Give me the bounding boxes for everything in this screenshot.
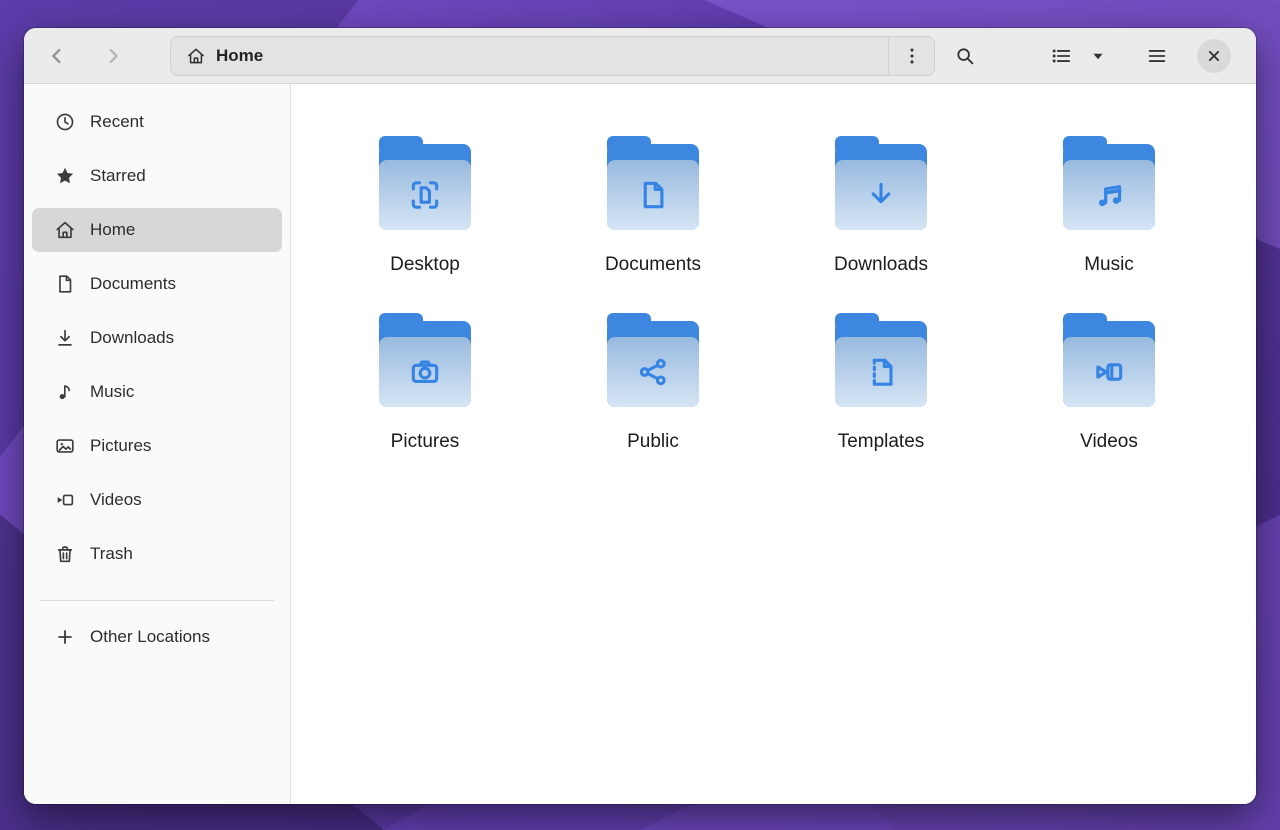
picture-icon	[54, 435, 76, 457]
folder-icon	[829, 307, 933, 411]
sidebar-item-home[interactable]: Home	[32, 208, 282, 252]
sidebar-item-label: Recent	[90, 112, 144, 132]
plus-icon	[54, 626, 76, 648]
folder-item-desktop[interactable]: Desktop	[311, 130, 539, 307]
main-menu-button[interactable]	[1139, 38, 1175, 74]
video-icon	[54, 489, 76, 511]
music-note-icon	[54, 381, 76, 403]
list-view-button[interactable]	[1043, 38, 1079, 74]
folder-item-music[interactable]: Music	[995, 130, 1223, 307]
folder-item-pictures[interactable]: Pictures	[311, 307, 539, 484]
forward-button[interactable]	[96, 39, 130, 73]
sidebar-item-recent[interactable]: Recent	[32, 100, 282, 144]
trash-icon	[54, 543, 76, 565]
back-button[interactable]	[40, 39, 74, 73]
sidebar-footer: Other Locations	[24, 615, 290, 669]
sidebar-item-label: Documents	[90, 274, 176, 294]
folder-label: Templates	[838, 431, 925, 453]
window-body: Recent Starred Home Documents Downloads Music…	[24, 84, 1256, 804]
clock-icon	[54, 111, 76, 133]
path-bar[interactable]: Home	[170, 36, 935, 76]
sidebar-list: Recent Starred Home Documents Downloads Music…	[24, 100, 290, 586]
sidebar-item-label: Pictures	[90, 436, 151, 456]
folder-label: Videos	[1080, 431, 1138, 453]
path-label: Home	[216, 46, 263, 66]
search-icon	[954, 45, 976, 67]
kebab-icon	[901, 45, 923, 67]
sidebar-separator	[40, 600, 274, 601]
sidebar-item-label: Trash	[90, 544, 133, 564]
document-icon	[54, 273, 76, 295]
download-icon	[54, 327, 76, 349]
sidebar-item-label: Music	[90, 382, 134, 402]
search-button[interactable]	[947, 38, 983, 74]
chevron-right-icon	[102, 45, 124, 67]
sidebar-item-documents[interactable]: Documents	[32, 262, 282, 306]
sidebar-item-videos[interactable]: Videos	[32, 478, 282, 522]
view-options-button[interactable]	[1085, 38, 1111, 74]
files-window: Home Recent Starred Home Documents Downloads…	[24, 28, 1256, 804]
folder-icon	[1057, 307, 1161, 411]
chevron-left-icon	[46, 45, 68, 67]
sidebar-item-label: Other Locations	[90, 627, 210, 647]
folder-label: Public	[627, 431, 679, 453]
folder-item-videos[interactable]: Videos	[995, 307, 1223, 484]
file-grid: Desktop Documents Downloads Music Pictures Pu…	[311, 130, 1256, 484]
folder-icon	[1057, 130, 1161, 234]
folder-icon	[601, 130, 705, 234]
folder-item-documents[interactable]: Documents	[539, 130, 767, 307]
location-menu-button[interactable]	[888, 37, 934, 75]
sidebar-item-label: Videos	[90, 490, 142, 510]
sidebar-item-label: Home	[90, 220, 135, 240]
folder-item-downloads[interactable]: Downloads	[767, 130, 995, 307]
folder-label: Documents	[605, 254, 701, 276]
sidebar-item-label: Starred	[90, 166, 146, 186]
folder-icon	[373, 307, 477, 411]
folder-label: Music	[1084, 254, 1134, 276]
sidebar-item-trash[interactable]: Trash	[32, 532, 282, 576]
close-button[interactable]	[1197, 39, 1231, 73]
folder-label: Desktop	[390, 254, 460, 276]
sidebar-item-pictures[interactable]: Pictures	[32, 424, 282, 468]
folder-icon	[373, 130, 477, 234]
headerbar: Home	[24, 28, 1256, 84]
folder-icon	[601, 307, 705, 411]
home-icon	[186, 46, 206, 66]
sidebar-item-downloads[interactable]: Downloads	[32, 316, 282, 360]
sidebar-item-starred[interactable]: Starred	[32, 154, 282, 198]
star-icon	[54, 165, 76, 187]
folder-item-public[interactable]: Public	[539, 307, 767, 484]
caret-down-icon	[1087, 45, 1109, 67]
folder-label: Downloads	[834, 254, 928, 276]
sidebar-item-other-locations[interactable]: Other Locations	[32, 615, 282, 659]
folder-label: Pictures	[391, 431, 460, 453]
folder-item-templates[interactable]: Templates	[767, 307, 995, 484]
content-area: Desktop Documents Downloads Music Pictures Pu…	[291, 84, 1256, 804]
sidebar-item-label: Downloads	[90, 328, 174, 348]
sidebar: Recent Starred Home Documents Downloads Music…	[24, 84, 291, 804]
path-location: Home	[171, 46, 888, 66]
close-icon	[1203, 45, 1225, 67]
home-icon	[54, 219, 76, 241]
hamburger-icon	[1146, 45, 1168, 67]
sidebar-item-music[interactable]: Music	[32, 370, 282, 414]
folder-icon	[829, 130, 933, 234]
list-view-icon	[1050, 45, 1072, 67]
